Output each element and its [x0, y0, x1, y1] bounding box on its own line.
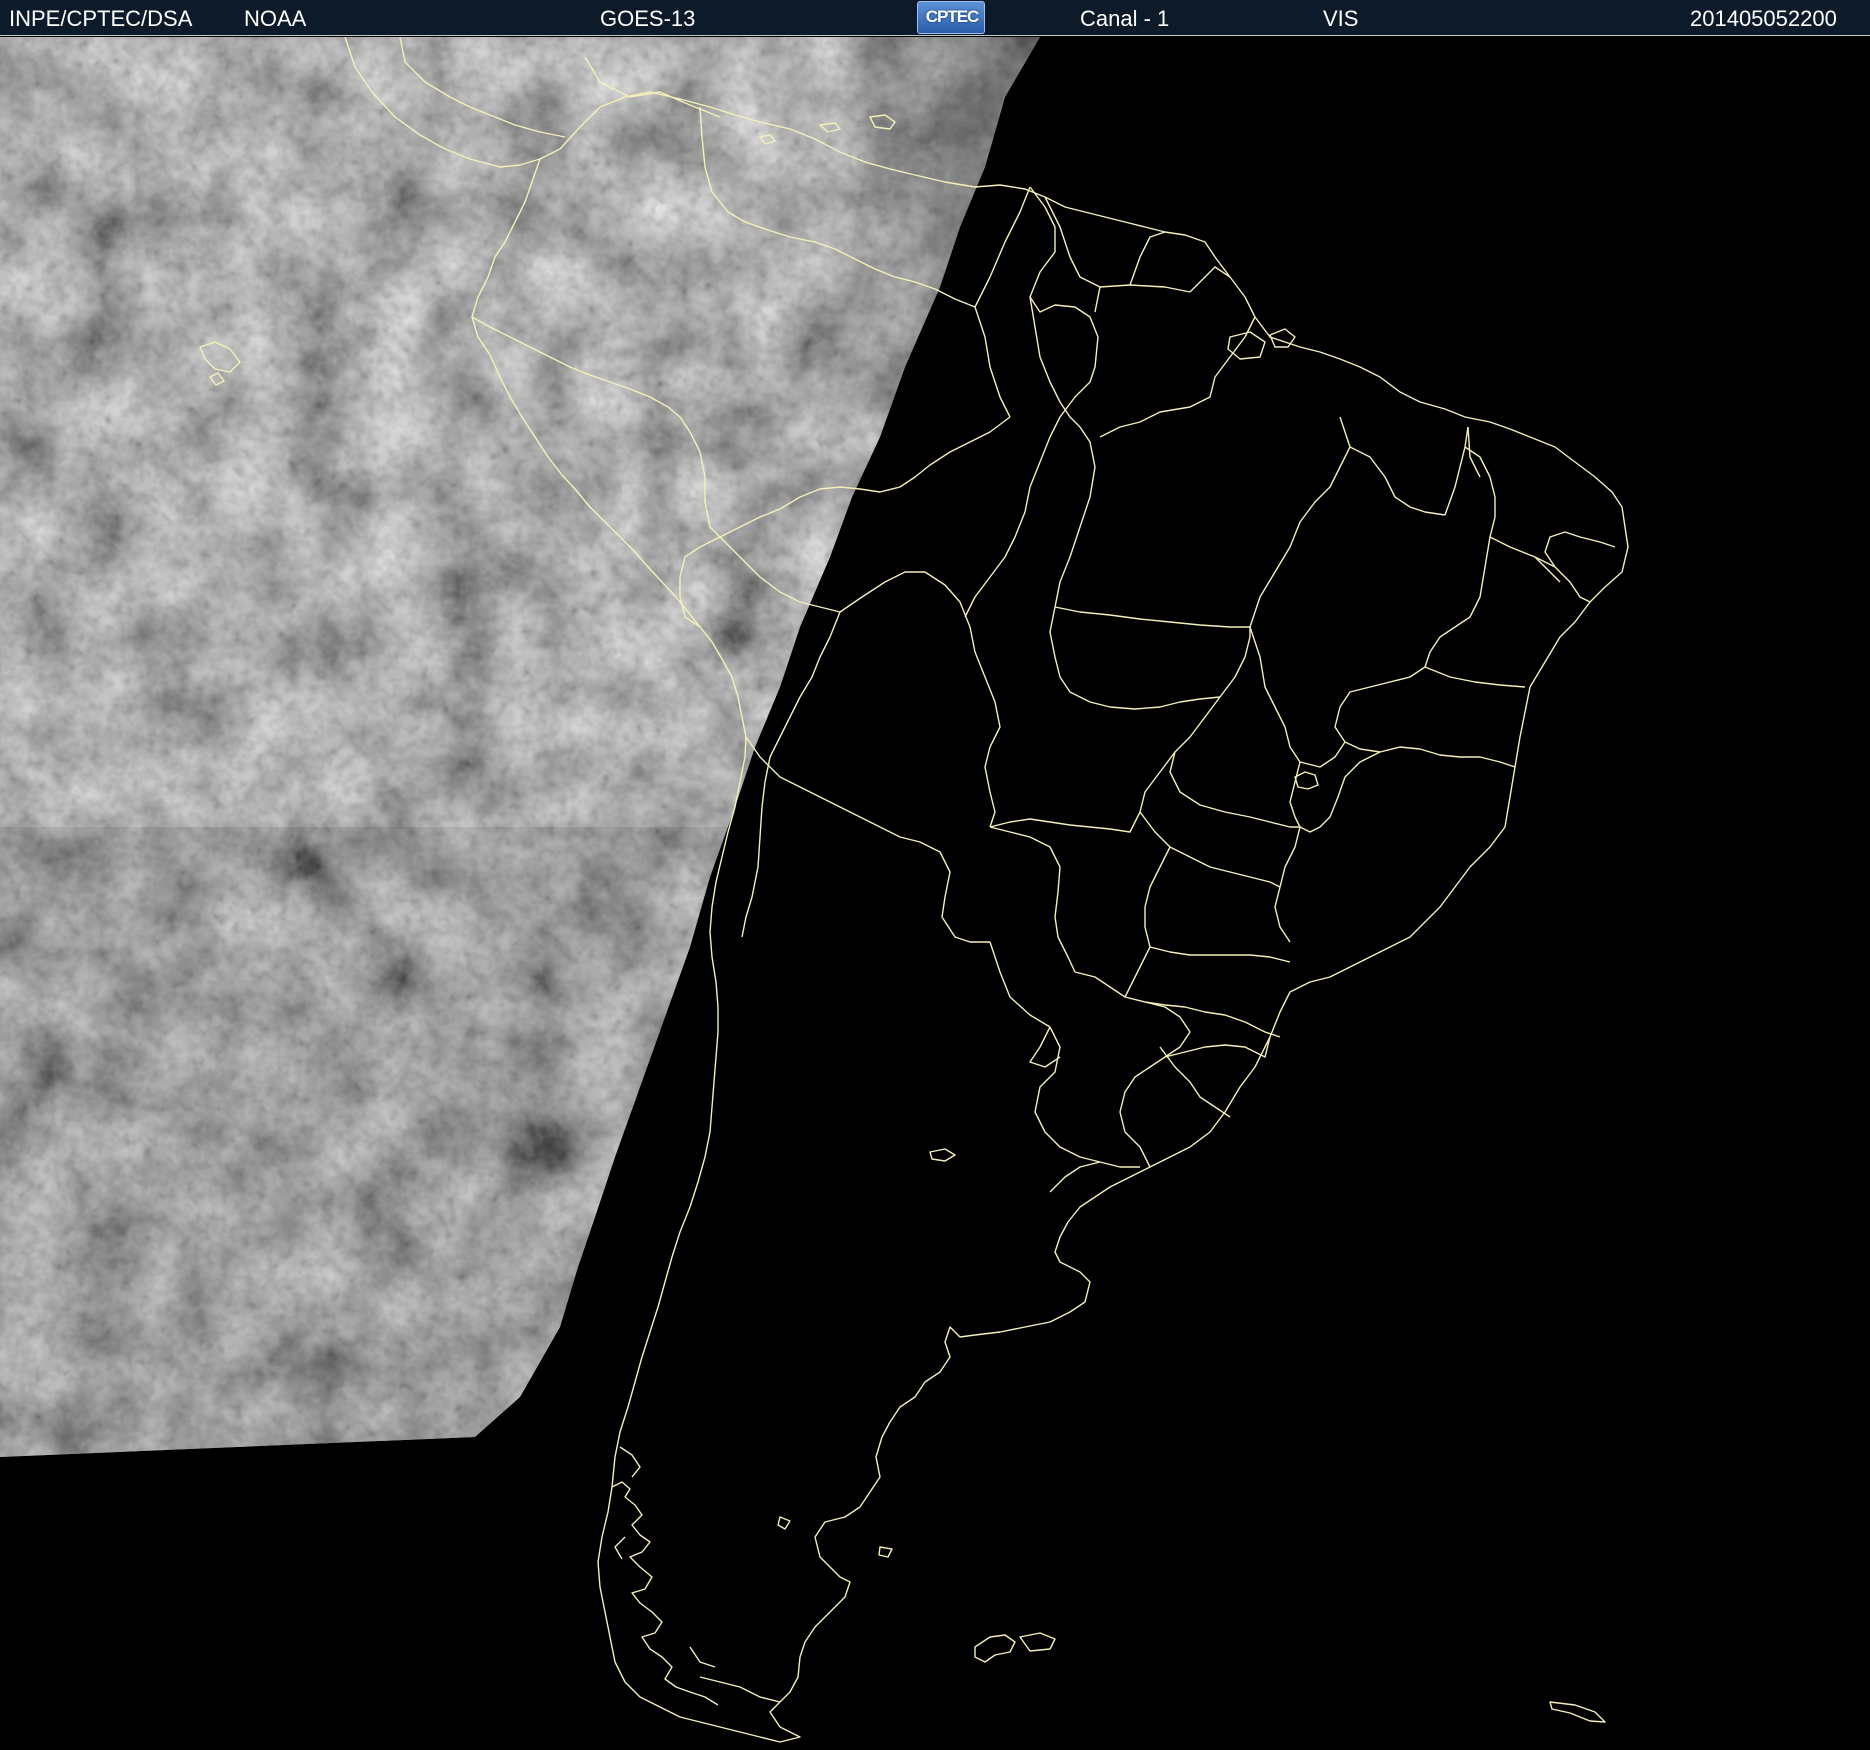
cptec-logo: CPTEC: [917, 1, 985, 34]
agency-label: INPE/CPTEC/DSA: [9, 6, 193, 31]
satellite-label: GOES-13: [600, 6, 696, 31]
band-label: VIS: [1323, 6, 1359, 31]
cptec-logo-text: CPTEC: [925, 7, 980, 26]
satellite-map: [0, 37, 1870, 1750]
source-label: NOAA: [244, 6, 307, 31]
timestamp-label: 201405052200: [1690, 6, 1837, 31]
channel-label: Canal - 1: [1080, 6, 1170, 31]
satellite-image-viewer: INPE/CPTEC/DSA NOAA GOES-13 CPTEC Canal …: [0, 0, 1870, 1750]
image-header-bar: INPE/CPTEC/DSA NOAA GOES-13 CPTEC Canal …: [0, 0, 1870, 36]
